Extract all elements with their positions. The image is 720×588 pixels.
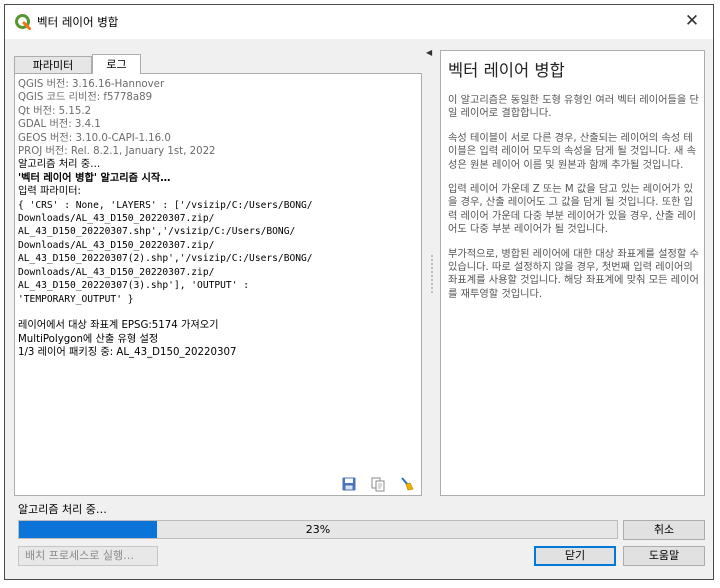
log-processing: 알고리즘 처리 중… (18, 159, 101, 171)
log-line: PROJ 버전: Rel. 8.2.1, January 1st, 2022 (18, 146, 216, 158)
progress-bar: 23% (18, 520, 618, 539)
log-algorithm-start: '벡터 레이어 병합' 알고리즘 시작… (18, 172, 171, 184)
copy-icon[interactable] (370, 476, 386, 492)
cancel-button[interactable]: 취소 (623, 520, 705, 540)
help-paragraph: 이 알고리즘은 동일한 도형 유형인 여러 벡터 레이어들을 단일 레이어로 결… (448, 95, 699, 120)
log-toolbar (333, 473, 415, 492)
save-icon[interactable] (341, 476, 357, 492)
qgis-logo-icon (15, 14, 31, 30)
log-input-params-label: 입력 파라미터: (18, 186, 81, 198)
close-window-button[interactable]: ✕ (681, 10, 703, 32)
log-line: GDAL 버전: 3.4.1 (18, 119, 101, 131)
close-button[interactable]: 닫기 (534, 546, 616, 566)
help-panel: 벡터 레이어 병합 이 알고리즘은 동일한 도형 유형인 여러 벡터 레이어들을… (440, 50, 705, 496)
log-panel: QGIS 버전: 3.16.16-Hannover QGIS 코드 리비전: f… (14, 73, 422, 496)
log-result-line: MultiPolygon에 산출 유형 설정 (18, 333, 159, 345)
tab-parameters[interactable]: 파라미터 (14, 56, 92, 74)
log-param-line: AL_43_D150_20220307(2).shp','/vsizip/C:/… (18, 253, 313, 265)
log-param-line: { 'CRS' : None, 'LAYERS' : ['/vsizip/C:/… (18, 199, 313, 211)
log-line: GEOS 버전: 3.10.0-CAPI-1.16.0 (18, 132, 171, 144)
log-line: QGIS 버전: 3.16.16-Hannover (18, 79, 165, 90)
help-text: 벡터 레이어 병합 이 알고리즘은 동일한 도형 유형인 여러 벡터 레이어들을… (448, 57, 700, 312)
help-paragraph: 속성 테이블이 서로 다른 경우, 산출되는 레이어의 속성 테이블은 입력 레… (448, 132, 696, 171)
log-param-line: Downloads/AL_43_D150_20220307.zip/ (18, 213, 215, 225)
collapse-help-arrow-icon[interactable]: ◀ (426, 48, 432, 57)
help-paragraph: 입력 레이어 가운데 Z 또는 M 값을 담고 있는 레이어가 있을 경우, 산… (448, 184, 696, 236)
title-bar: 벡터 레이어 병합 ✕ (5, 5, 713, 39)
log-param-line: Downloads/AL_43_D150_20220307.zip/ (18, 239, 215, 251)
panel-splitter[interactable] (431, 255, 433, 295)
log-param-line: Downloads/AL_43_D150_20220307.zip/ (18, 266, 215, 278)
log-result-line: 레이어에서 대상 좌표계 EPSG:5174 가져오기 (18, 320, 219, 332)
log-param-line: AL_43_D150_20220307(3).shp'], 'OUTPUT' : (18, 280, 250, 292)
log-line: Qt 버전: 5.15.2 (18, 105, 92, 117)
run-as-batch-button[interactable]: 배치 프로세스로 실행… (18, 546, 158, 566)
log-line: QGIS 코드 리비전: f5778a89 (18, 92, 153, 104)
status-label: 알고리즘 처리 중… (18, 503, 107, 516)
window-title: 벡터 레이어 병합 (37, 15, 119, 29)
log-text: QGIS 버전: 3.16.16-Hannover QGIS 코드 리비전: f… (18, 78, 418, 360)
dialog-window: 벡터 레이어 병합 ✕ 파라미터 로그 QGIS 버전: 3.16.16-Han… (4, 4, 714, 580)
help-paragraph: 부가적으로, 병합된 레이어에 대한 대상 좌표계를 설정할 수 있습니다. 따… (448, 248, 699, 300)
help-title: 벡터 레이어 병합 (448, 61, 565, 80)
progress-text: 23% (305, 523, 331, 536)
log-param-line: AL_43_D150_20220307.shp','/vsizip/C:/Use… (18, 226, 296, 238)
clear-icon[interactable] (399, 476, 415, 492)
help-button[interactable]: 도움말 (623, 546, 705, 566)
tab-log[interactable]: 로그 (92, 54, 141, 74)
log-param-line: 'TEMPORARY_OUTPUT' } (18, 293, 134, 305)
log-result-line: 1/3 레이어 패키징 중: AL_43_D150_20220307 (18, 347, 237, 359)
